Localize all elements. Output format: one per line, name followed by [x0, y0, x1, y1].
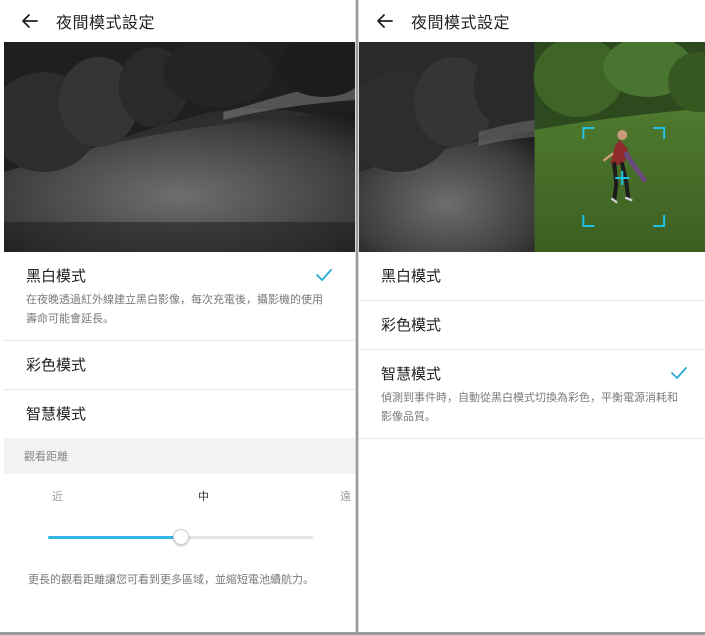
camera-preview-split	[359, 42, 705, 252]
checkmark-icon	[316, 269, 332, 281]
camera-preview-bw	[4, 42, 355, 252]
viewing-distance-footnote: 更長的觀看距離讓您可看到更多區域，並縮短電池續航力。	[28, 573, 314, 586]
option-label: 智慧模式	[26, 405, 87, 423]
page-title: 夜間模式設定	[411, 13, 511, 32]
option-label: 彩色模式	[381, 316, 442, 334]
right-screen: 夜間模式設定 黑白模式 彩色模式 智慧模式 偵測到事件時，自動從黑白模式切換為彩…	[358, 0, 705, 632]
app-header: 夜間模式設定	[359, 0, 705, 42]
option-label: 黑白模式	[26, 267, 87, 285]
slider-label-mid: 中	[198, 490, 209, 503]
slider-track[interactable]	[48, 529, 313, 545]
left-screen: 夜間模式設定 黑白模式 在夜晚透過紅外線建立黑白影像，每次充電後，攝影機的使用壽…	[4, 0, 356, 632]
option-black-white-mode[interactable]: 黑白模式 在夜晚透過紅外線建立黑白影像，每次充電後，攝影機的使用壽命可能會延長。	[4, 252, 355, 341]
option-black-white-mode[interactable]: 黑白模式	[359, 252, 705, 301]
arrow-left-icon	[22, 14, 38, 28]
viewing-distance-slider: 近 中 遠	[4, 474, 355, 570]
option-smart-mode[interactable]: 智慧模式 偵測到事件時，自動從黑白模式切換為彩色，平衡電源消耗和影像品質。	[359, 350, 705, 439]
back-button[interactable]	[4, 0, 56, 42]
checkmark-icon	[671, 367, 687, 379]
back-button[interactable]	[359, 0, 411, 42]
option-label: 智慧模式	[381, 365, 442, 383]
option-label: 彩色模式	[26, 356, 87, 374]
viewing-distance-section-header: 觀看距離	[4, 438, 355, 474]
page-title: 夜間模式設定	[56, 13, 156, 32]
slider-label-far: 遠	[340, 490, 351, 503]
option-color-mode[interactable]: 彩色模式	[4, 341, 355, 390]
slider-label-near: 近	[52, 490, 63, 503]
option-description: 偵測到事件時，自動從黑白模式切換為彩色，平衡電源消耗和影像品質。	[381, 391, 678, 423]
option-description: 在夜晚透過紅外線建立黑白影像，每次充電後，攝影機的使用壽命可能會延長。	[26, 293, 323, 325]
option-smart-mode[interactable]: 智慧模式	[4, 390, 355, 438]
option-color-mode[interactable]: 彩色模式	[359, 301, 705, 350]
screenshot-canvas: 夜間模式設定 黑白模式 在夜晚透過紅外線建立黑白影像，每次充電後，攝影機的使用壽…	[0, 0, 705, 635]
app-header: 夜間模式設定	[4, 0, 355, 42]
slider-thumb[interactable]	[172, 529, 189, 545]
slider-fill	[48, 536, 181, 539]
arrow-left-icon	[377, 14, 393, 28]
option-label: 黑白模式	[381, 267, 442, 285]
